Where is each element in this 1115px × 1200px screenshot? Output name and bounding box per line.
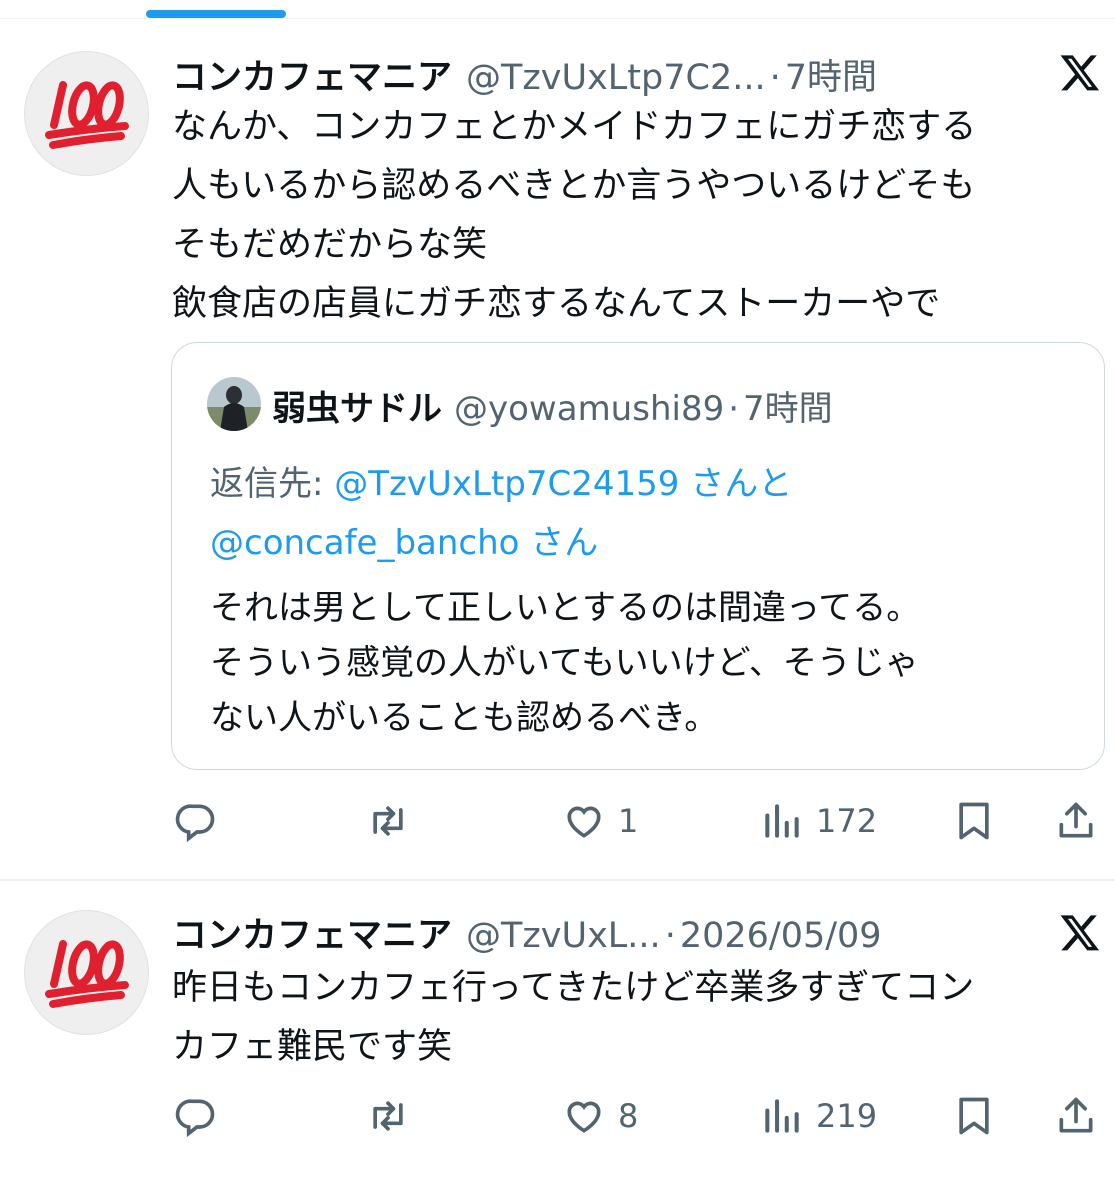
author-handle[interactable]: @TzvUxL...	[466, 916, 661, 956]
author-name[interactable]: コンカフェマニア	[172, 49, 452, 99]
bookmark-icon	[959, 1097, 989, 1135]
avatar[interactable]	[24, 51, 149, 176]
share-button[interactable]	[1054, 793, 1098, 849]
mention-link[interactable]: @TzvUxLtp7C24159	[334, 464, 679, 504]
quote-author-name[interactable]: 弱虫サドル	[272, 381, 442, 430]
quote-text: それは男として正しいとするのは間違ってる。 そういう感覚の人がいてもいいけど、そ…	[210, 588, 921, 738]
tweet[interactable]: コンカフェマニア @TzvUxLtp7C2... · 7時間 なんか、コンカフェ…	[0, 19, 1115, 879]
timestamp[interactable]: 7時間	[785, 49, 877, 99]
author-name[interactable]: コンカフェマニア	[172, 907, 452, 957]
tweet-header: コンカフェマニア @TzvUxL... · 2026/05/09	[172, 907, 985, 957]
avatar[interactable]	[24, 910, 149, 1035]
retweet-icon	[373, 806, 403, 836]
retweet-icon	[373, 1101, 403, 1131]
reply-button[interactable]	[174, 1088, 230, 1144]
x-logo-icon	[1060, 55, 1100, 91]
reply-context: 返信先: @TzvUxLtp7C24159 さんと @concafe_banch…	[210, 455, 1084, 573]
retweet-button[interactable]	[366, 1088, 422, 1144]
reply-button[interactable]	[174, 793, 230, 849]
quote-timestamp[interactable]: 7時間	[743, 381, 833, 430]
share-button[interactable]	[1054, 1088, 1098, 1144]
action-bar: 1 172	[170, 793, 1101, 849]
reply-suffix-text: さん	[519, 523, 599, 563]
tweet-header: コンカフェマニア @TzvUxLtp7C2... · 7時間	[172, 49, 985, 99]
separator-dot: ·	[769, 58, 781, 98]
like-button[interactable]: 1	[562, 793, 638, 849]
bookmark-button[interactable]	[952, 793, 996, 849]
quoted-tweet[interactable]: 弱虫サドル @yowamushi89 · 7時間 返信先: @TzvUxLtp7…	[171, 342, 1105, 770]
active-tab-indicator	[146, 10, 286, 18]
quote-avatar[interactable]	[207, 377, 261, 431]
views-chart-icon	[765, 1099, 799, 1133]
separator-dot: ·	[664, 916, 676, 956]
tweet[interactable]: コンカフェマニア @TzvUxL... · 2026/05/09 昨日もコンカフ…	[0, 880, 1115, 1200]
action-bar: 8 219	[170, 1088, 1101, 1144]
timestamp[interactable]: 2026/05/09	[680, 916, 882, 956]
reply-icon	[175, 1099, 215, 1138]
view-count: 219	[816, 1097, 878, 1135]
retweet-button[interactable]	[366, 793, 422, 849]
like-count: 1	[618, 802, 639, 840]
views-button[interactable]: 219	[760, 1088, 877, 1144]
mention-link[interactable]: @concafe_bancho	[210, 523, 519, 563]
reply-prefix: 返信先:	[210, 464, 335, 504]
reply-mid-text: さんと	[679, 464, 793, 504]
quote-author-handle[interactable]: @yowamushi89	[454, 389, 724, 429]
tweet-text: 昨日もコンカフェ行ってきたけど卒業多すぎてコン カフェ難民です笑	[172, 968, 975, 1067]
hundred-points-icon	[44, 939, 129, 1008]
bookmark-icon	[959, 802, 989, 840]
like-count: 8	[618, 1097, 639, 1135]
share-icon	[1059, 802, 1093, 838]
tweet-text: なんか、コンカフェとかメイドカフェにガチ恋する 人もいるから認めるべきとか言うや…	[172, 107, 977, 324]
like-button[interactable]: 8	[562, 1088, 638, 1144]
reply-icon	[175, 804, 215, 843]
x-logo-icon	[1060, 915, 1100, 951]
view-count: 172	[816, 802, 878, 840]
separator-dot: ·	[728, 389, 740, 429]
author-handle[interactable]: @TzvUxLtp7C2...	[466, 58, 766, 98]
heart-icon	[567, 806, 601, 838]
share-icon	[1059, 1097, 1093, 1133]
heart-icon	[567, 1101, 601, 1133]
views-button[interactable]: 172	[760, 793, 877, 849]
bookmark-button[interactable]	[952, 1088, 996, 1144]
quote-header: 弱虫サドル @yowamushi89 · 7時間	[272, 381, 1084, 430]
hundred-points-icon	[44, 80, 129, 149]
views-chart-icon	[765, 804, 799, 838]
person-photo-icon	[207, 377, 261, 431]
